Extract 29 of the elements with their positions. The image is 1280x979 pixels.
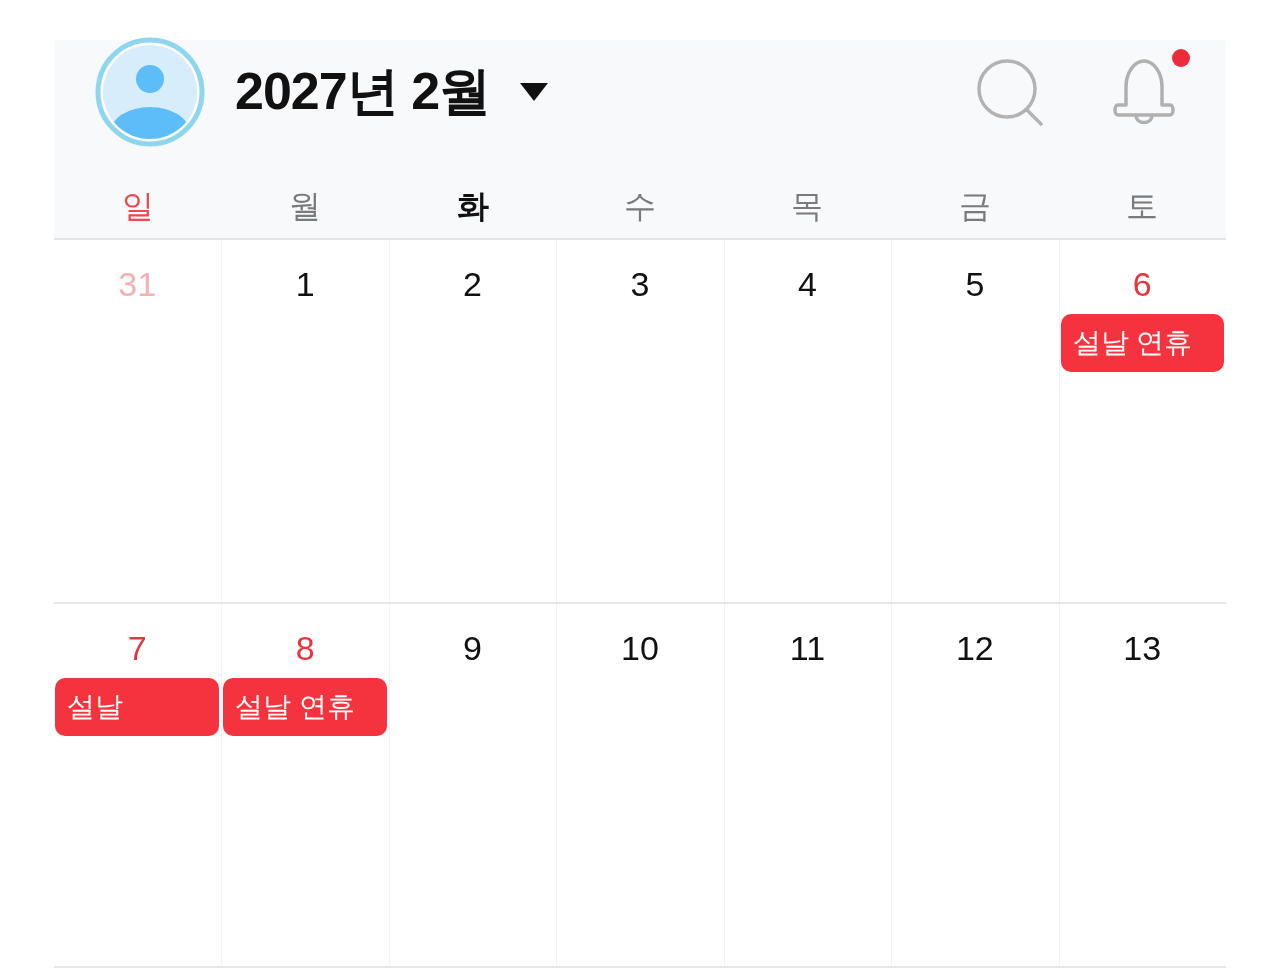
day-number: 13 (1123, 628, 1162, 669)
search-icon[interactable] (976, 58, 1044, 126)
weekday-label: 일 (121, 187, 154, 226)
weekday-label: 화 (456, 187, 489, 226)
day-number: 9 (463, 628, 482, 669)
day-number: 3 (630, 264, 650, 305)
weekday-label: 토 (1126, 187, 1159, 226)
weekday-label: 수 (624, 187, 656, 226)
caret-icon (520, 83, 549, 101)
day-number: 6 (1132, 264, 1152, 305)
event-chip[interactable]: 설날 (55, 678, 220, 736)
day-number: 8 (295, 628, 315, 669)
weekday-label: 월 (289, 187, 322, 226)
day-number: 31 (118, 264, 157, 305)
weekday-label: 금 (958, 187, 991, 226)
day-number: 11 (789, 628, 826, 669)
event-chip[interactable]: 설날 연휴 (223, 678, 387, 736)
day-number: 4 (797, 264, 817, 305)
day-number: 2 (463, 264, 482, 305)
month-picker[interactable]: 2027년 2월 (235, 57, 549, 127)
avatar-icon[interactable] (95, 37, 205, 147)
day-number: 7 (127, 628, 147, 669)
day-number: 10 (621, 628, 659, 669)
day-number: 5 (965, 264, 985, 305)
bell-icon[interactable] (1112, 57, 1176, 127)
event-chip[interactable]: 설날 연휴 (1060, 314, 1224, 372)
weekday-label: 목 (791, 187, 824, 226)
day-number: 12 (955, 628, 994, 669)
day-number: 1 (295, 264, 315, 305)
